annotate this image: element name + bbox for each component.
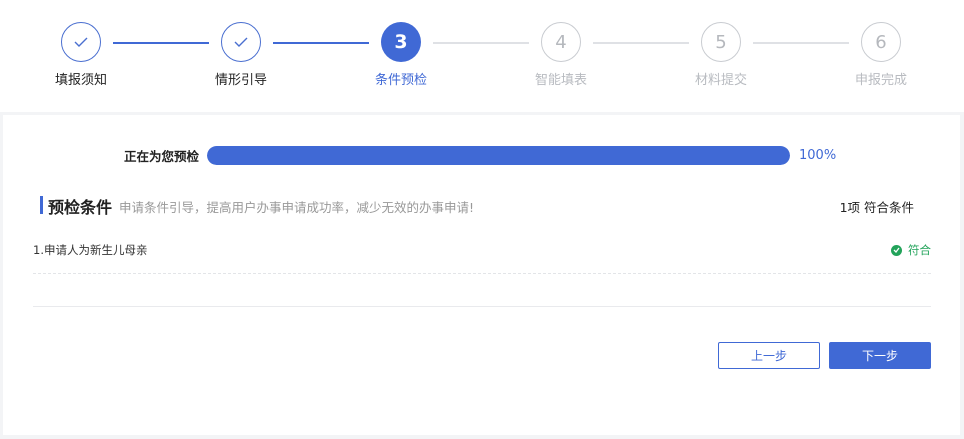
steps-bar: 填报须知 情形引导 3 条件预检 4 智能填表 5 材料提交 6 申报完成: [0, 0, 964, 112]
section-subtitle: 申请条件引导，提高用户办事申请成功率，减少无效的办事申请!: [119, 200, 475, 215]
divider: [33, 306, 931, 307]
condition-status-label: 符合: [908, 243, 931, 257]
progress-percent: 100%: [799, 148, 837, 163]
condition-count: 1项 符合条件: [839, 200, 914, 215]
step-6-label: 申报完成: [854, 73, 907, 88]
check-icon: [234, 37, 248, 47]
condition-status: 符合: [891, 242, 931, 258]
precheck-card: 正在为您预检 100% 预检条件 申请条件引导，提高用户办事申请成功率，减少无效…: [3, 115, 960, 435]
step-4: 4 智能填表: [511, 22, 611, 88]
section-accent-bar: [40, 196, 43, 214]
step-6: 6 申报完成: [831, 22, 931, 88]
progress-bar: [207, 146, 790, 165]
step-5: 5 材料提交: [671, 22, 771, 88]
progress-label: 正在为您预检: [124, 149, 200, 164]
prev-step-button[interactable]: 上一步: [718, 342, 820, 369]
step-6-circle: 6: [861, 22, 901, 62]
step-2: 情形引导: [191, 22, 291, 88]
progress-fill: [207, 146, 790, 165]
step-1-label: 填报须知: [54, 73, 107, 88]
step-5-label: 材料提交: [694, 73, 747, 88]
section-title: 预检条件: [48, 198, 113, 217]
step-4-label: 智能填表: [534, 73, 587, 88]
condition-text: 1.申请人为新生儿母亲: [33, 243, 148, 257]
condition-row: 1.申请人为新生儿母亲 符合: [33, 232, 931, 274]
step-4-circle: 4: [541, 22, 581, 62]
step-2-label: 情形引导: [214, 73, 267, 88]
next-step-button[interactable]: 下一步: [829, 342, 931, 369]
step-3: 3 条件预检: [351, 22, 451, 88]
step-1: 填报须知: [31, 22, 131, 88]
step-3-circle: 3: [381, 22, 421, 62]
step-5-circle: 5: [701, 22, 741, 62]
step-1-circle: [61, 22, 101, 62]
step-3-label: 条件预检: [374, 73, 427, 88]
check-icon: [74, 37, 88, 47]
check-circle-icon: [891, 244, 902, 256]
step-2-circle: [221, 22, 261, 62]
